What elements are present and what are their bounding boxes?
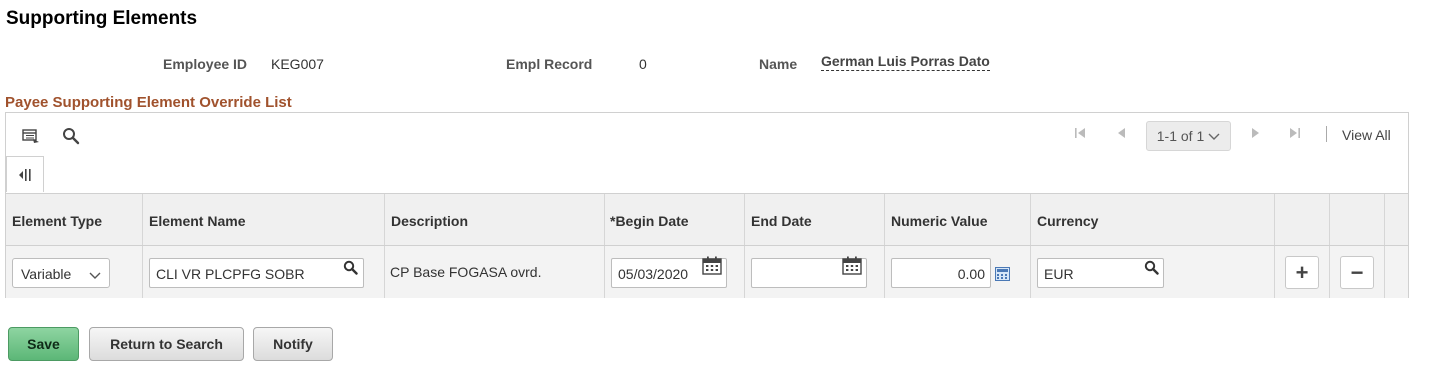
column-header-label: *Begin Date	[610, 213, 689, 229]
element-name-input[interactable]: CLI VR PLCPFG SOBR	[149, 258, 364, 288]
cell-element-name: CLI VR PLCPFG SOBR	[143, 246, 385, 298]
cell-currency: EUR	[1031, 246, 1275, 298]
numeric-value-input[interactable]: 0.00	[891, 258, 991, 288]
pager-text: 1-1 of 1	[1156, 128, 1205, 144]
calculator-icon[interactable]	[994, 266, 1010, 282]
supporting-element-grid: 1-1 of 1 View All Element Type Element N…	[5, 112, 1409, 298]
calendar-icon[interactable]	[701, 254, 723, 276]
lookup-icon[interactable]	[341, 258, 359, 276]
column-header-label: Element Name	[149, 213, 246, 229]
notify-button[interactable]: Notify	[253, 327, 333, 361]
pager-divider	[1326, 126, 1327, 142]
collapse-columns-icon[interactable]	[6, 156, 44, 192]
grid-header-row: Element Type Element Name Description *B…	[6, 193, 1408, 246]
table-row: Variable CLI VR PLCPFG SOBR CP Base FOGA…	[6, 246, 1408, 298]
view-all-link[interactable]: View All	[1342, 127, 1391, 143]
cell-add: +	[1275, 246, 1330, 298]
empl-record-label: Empl Record	[506, 56, 593, 72]
column-header-description[interactable]: Description	[385, 194, 605, 245]
employee-id-label: Employee ID	[163, 56, 248, 72]
employee-id-value: KEG007	[271, 56, 324, 72]
cell-description: CP Base FOGASA ovrd.	[385, 246, 605, 298]
column-header-label: Element Type	[12, 213, 102, 229]
previous-page-icon[interactable]	[1115, 127, 1127, 142]
empl-record-value: 0	[639, 56, 647, 72]
cell-numeric-value: 0.00	[885, 246, 1031, 298]
cell-element-type: Variable	[6, 246, 143, 298]
column-header-label: End Date	[751, 213, 812, 229]
column-header-end-date[interactable]: End Date	[745, 194, 885, 245]
chevron-down-icon	[89, 267, 101, 283]
cell-delete: −	[1330, 246, 1385, 298]
cell-begin-date: 05/03/2020	[605, 246, 745, 298]
return-to-search-button[interactable]: Return to Search	[89, 327, 244, 361]
column-header-label: Numeric Value	[891, 213, 988, 229]
column-header-spacer	[1385, 194, 1408, 245]
employee-name-link[interactable]: German Luis Porras Dato	[821, 53, 990, 71]
cell-end-date	[745, 246, 885, 298]
grid-personalize-icon[interactable]	[20, 125, 42, 147]
column-header-label: Description	[391, 213, 469, 229]
grid-title: Payee Supporting Element Override List	[5, 94, 292, 111]
next-page-icon[interactable]	[1250, 127, 1262, 142]
add-row-button[interactable]: +	[1285, 256, 1319, 289]
lookup-icon[interactable]	[1142, 258, 1160, 276]
calendar-icon[interactable]	[841, 254, 863, 276]
first-page-icon[interactable]	[1074, 127, 1086, 142]
chevron-down-icon	[1208, 128, 1220, 144]
last-page-icon[interactable]	[1289, 127, 1301, 142]
column-header-begin-date[interactable]: *Begin Date	[605, 194, 745, 245]
save-button[interactable]: Save	[8, 327, 79, 361]
column-header-delete	[1330, 194, 1385, 245]
column-header-currency[interactable]: Currency	[1031, 194, 1275, 245]
pager-select[interactable]: 1-1 of 1	[1146, 121, 1231, 151]
column-header-element-name[interactable]: Element Name	[143, 194, 385, 245]
name-label: Name	[759, 56, 798, 72]
cell-spacer	[1385, 246, 1408, 298]
delete-row-button[interactable]: −	[1340, 256, 1374, 289]
column-header-label: Currency	[1037, 213, 1099, 229]
element-type-select[interactable]: Variable	[12, 258, 110, 288]
column-header-add	[1275, 194, 1330, 245]
element-type-value: Variable	[21, 266, 72, 282]
column-header-element-type[interactable]: Element Type	[6, 194, 143, 245]
column-header-numeric-value[interactable]: Numeric Value	[885, 194, 1031, 245]
page-title: Supporting Elements	[6, 8, 198, 29]
find-icon[interactable]	[60, 125, 82, 147]
description-value: CP Base FOGASA ovrd.	[390, 264, 542, 280]
